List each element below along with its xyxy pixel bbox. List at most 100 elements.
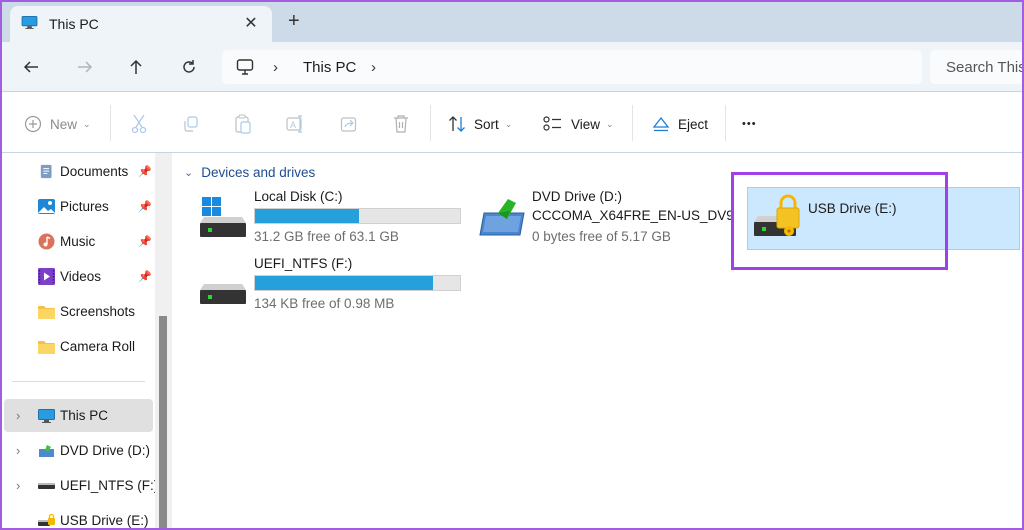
- rename-icon: A: [286, 115, 302, 133]
- sidebar-label: Videos: [60, 269, 102, 284]
- locked-drive-icon: [754, 194, 800, 236]
- share-icon: [340, 117, 357, 132]
- sidebar-label: Camera Roll: [60, 339, 136, 354]
- drive-tile-uefi-ntfs-f[interactable]: UEFI_NTFS (F:) 134 KB free of 0.98 MB: [194, 256, 464, 316]
- breadcrumb-this-pc[interactable]: This PC: [303, 59, 356, 76]
- command-bar: New ⌄ A Sort ⌄ View ⌄ Eject •••: [0, 93, 1024, 153]
- view-button[interactable]: View ⌄: [543, 113, 614, 135]
- arrow-right-icon: [78, 61, 93, 73]
- share-button[interactable]: [340, 113, 358, 135]
- toolbar-divider: [725, 105, 726, 141]
- cut-icon: [131, 114, 147, 134]
- sidebar-scrollbar-thumb[interactable]: [159, 316, 167, 530]
- new-tab-button[interactable]: +: [288, 11, 300, 31]
- drive-icon: [200, 284, 246, 304]
- expand-chevron-icon[interactable]: ›: [16, 443, 20, 458]
- navigation-pane: Documents 📌 Pictures 📌 Music 📌 Videos 📌 …: [0, 153, 172, 530]
- locked-drive-icon: [38, 513, 55, 526]
- drive-volume-label: CCCOMA_X64FRE_EN-US_DV9: [532, 208, 734, 223]
- folder-icon: [38, 340, 55, 354]
- pin-icon[interactable]: 📌: [138, 165, 152, 178]
- breadcrumb-chevron[interactable]: ›: [273, 59, 278, 76]
- sort-button[interactable]: Sort ⌄: [448, 113, 512, 135]
- toolbar-divider: [430, 105, 431, 141]
- plus-circle-icon: [24, 115, 42, 133]
- tab-title: This PC: [49, 16, 99, 32]
- dvd-icon: [479, 199, 525, 236]
- tab-this-pc[interactable]: This PC ✕: [10, 6, 272, 42]
- sidebar-item-uefi-ntfs[interactable]: › UEFI_NTFS (F:): [4, 469, 158, 502]
- drive-usage-bar: [254, 208, 461, 224]
- chevron-down-icon: ⌄: [504, 118, 513, 129]
- eject-button[interactable]: Eject: [652, 113, 708, 135]
- eject-label: Eject: [678, 116, 709, 132]
- pictures-icon: [38, 199, 55, 214]
- address-bar[interactable]: › This PC ›: [222, 50, 922, 84]
- arrow-left-icon: [23, 61, 38, 73]
- collapse-chevron-icon: ⌄: [184, 167, 194, 179]
- search-input[interactable]: Search This PC: [946, 59, 1024, 76]
- sidebar-label: UEFI_NTFS (F:): [60, 478, 159, 493]
- sidebar-item-pictures[interactable]: Pictures 📌: [4, 190, 153, 223]
- more-options-button[interactable]: •••: [742, 113, 757, 135]
- folder-icon: [38, 305, 55, 319]
- drive-name: Local Disk (C:): [254, 189, 343, 204]
- sidebar-item-documents[interactable]: Documents 📌: [4, 155, 153, 188]
- more-icon: •••: [742, 118, 757, 130]
- devices-and-drives-header[interactable]: ⌄ Devices and drives: [184, 165, 315, 180]
- close-tab-button[interactable]: ✕: [242, 13, 260, 33]
- new-label: New: [50, 116, 78, 132]
- sidebar-label: Pictures: [60, 199, 109, 214]
- pin-icon[interactable]: 📌: [138, 200, 152, 213]
- new-button[interactable]: New ⌄: [24, 113, 91, 135]
- this-pc-icon: [236, 59, 254, 75]
- drive-name: DVD Drive (D:): [532, 189, 622, 204]
- sidebar-item-dvd-drive[interactable]: › DVD Drive (D:) CCCOMA_X64FRE_EN-US_DV9: [4, 434, 153, 467]
- drive-tile-local-disk-c[interactable]: Local Disk (C:) 31.2 GB free of 63.1 GB: [194, 189, 464, 249]
- search-box[interactable]: Search This PC: [930, 50, 1024, 84]
- expand-chevron-icon[interactable]: ›: [16, 408, 20, 423]
- arrow-up-icon: [130, 59, 142, 74]
- drive-free-space: 0 bytes free of 5.17 GB: [532, 229, 671, 244]
- drive-name: UEFI_NTFS (F:): [254, 256, 353, 271]
- expand-chevron-icon[interactable]: ›: [16, 478, 20, 493]
- sidebar-item-camera-roll[interactable]: Camera Roll: [4, 330, 153, 363]
- cut-button[interactable]: [130, 113, 148, 135]
- drive-tile-dvd-drive-d[interactable]: DVD Drive (D:) CCCOMA_X64FRE_EN-US_DV9 0…: [472, 189, 734, 249]
- windows-drive-icon: [200, 197, 246, 237]
- pin-icon[interactable]: 📌: [138, 270, 152, 283]
- forward-button[interactable]: [73, 55, 97, 79]
- sidebar-item-music[interactable]: Music 📌: [4, 225, 153, 258]
- sidebar-label: DVD Drive (D:) CCCOMA_X64FRE_EN-US_DV9: [60, 443, 153, 458]
- delete-icon: [394, 115, 408, 133]
- monitor-icon: [21, 16, 38, 29]
- svg-text:A: A: [290, 120, 296, 130]
- sidebar-item-screenshots[interactable]: Screenshots: [4, 295, 153, 328]
- toolbar-divider: [632, 105, 633, 141]
- sidebar-item-usb-drive[interactable]: USB Drive (E:): [4, 504, 153, 530]
- paste-icon: [235, 114, 251, 134]
- copy-icon: [184, 116, 198, 132]
- paste-button[interactable]: [234, 113, 252, 135]
- sort-icon: [449, 116, 465, 132]
- pin-icon[interactable]: 📌: [138, 235, 152, 248]
- delete-button[interactable]: [392, 113, 410, 135]
- sidebar-item-this-pc[interactable]: › This PC: [4, 399, 153, 432]
- drive-tile-usb-drive-e[interactable]: USB Drive (E:): [747, 187, 1020, 250]
- breadcrumb-chevron[interactable]: ›: [371, 59, 376, 76]
- view-label: View: [571, 116, 601, 132]
- sidebar-label: Screenshots: [60, 304, 136, 319]
- copy-button[interactable]: [182, 113, 200, 135]
- sidebar-item-videos[interactable]: Videos 📌: [4, 260, 153, 293]
- drive-free-space: 134 KB free of 0.98 MB: [254, 296, 395, 311]
- refresh-icon: [183, 60, 195, 73]
- chevron-down-icon: ⌄: [83, 118, 91, 129]
- up-button[interactable]: [124, 55, 148, 79]
- refresh-button[interactable]: [177, 55, 201, 79]
- group-title: Devices and drives: [201, 165, 316, 180]
- rename-button[interactable]: A: [286, 113, 306, 135]
- content-pane: ⌄ Devices and drives Local Disk (C:) 31.…: [172, 153, 1024, 530]
- drive-name: USB Drive (E:): [808, 201, 897, 216]
- videos-icon: [38, 268, 55, 285]
- back-button[interactable]: [19, 55, 43, 79]
